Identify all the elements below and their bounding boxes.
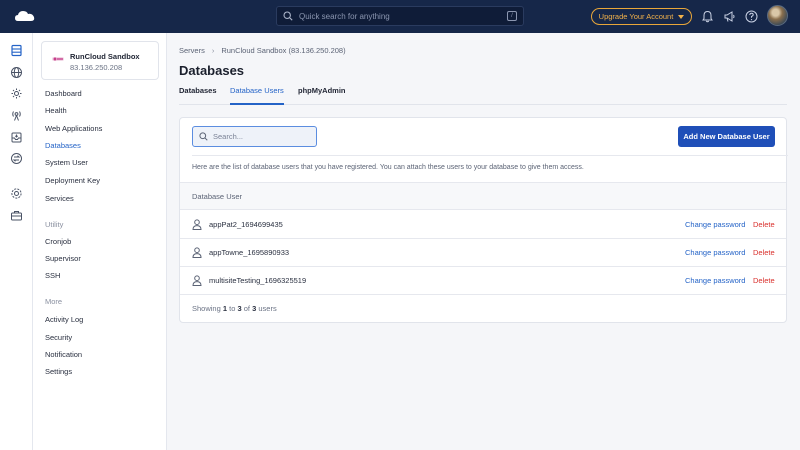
database-user-name: appTowne_1695890933	[209, 248, 290, 257]
page-title: Databases	[179, 63, 245, 78]
change-password-link[interactable]: Change password	[685, 248, 745, 257]
sidebar-item-ssh[interactable]: SSH	[45, 271, 60, 280]
breadcrumb: Servers › RunCloud Sandbox (83.136.250.2…	[179, 46, 346, 55]
pagination-total: 3	[252, 304, 257, 313]
table-header: Database User	[180, 182, 786, 210]
sidebar-item-activity-log[interactable]: Activity Log	[45, 315, 83, 324]
table-row: multisiteTesting_1696325519 Change passw…	[180, 267, 786, 295]
sidebar-item-settings[interactable]: Settings	[45, 367, 72, 376]
breadcrumb-current: RunCloud Sandbox (83.136.250.208)	[221, 46, 346, 55]
table-row: appPat2_1694699435 Change password Delet…	[180, 211, 786, 239]
change-password-link[interactable]: Change password	[685, 276, 745, 285]
top-bar: / Upgrade Your Account	[0, 0, 800, 33]
sidebar-item-notification[interactable]: Notification	[45, 350, 82, 359]
pagination-of-word: of	[243, 304, 251, 313]
sidebar-section-more: More	[45, 297, 63, 306]
transfer-icon[interactable]	[10, 152, 23, 165]
sidebar-item-deployment-key[interactable]: Deployment Key	[45, 176, 100, 185]
database-users-card: Add New Database User Here are the list …	[179, 117, 788, 323]
server-name: RunCloud Sandbox	[70, 52, 140, 61]
icon-rail	[0, 33, 33, 450]
user-icon	[192, 275, 202, 286]
pagination-prefix: Showing	[192, 304, 221, 313]
archive-icon[interactable]	[10, 131, 23, 144]
change-password-link[interactable]: Change password	[685, 220, 745, 229]
tab-phpmyadmin[interactable]: phpMyAdmin	[298, 86, 346, 105]
delete-user-link[interactable]: Delete	[753, 220, 775, 229]
sidebar-item-web-applications[interactable]: Web Applications	[45, 124, 102, 133]
pagination-to: 3	[237, 304, 242, 313]
tab-bar: Databases Database Users phpMyAdmin	[179, 85, 787, 105]
help-icon[interactable]	[745, 10, 758, 23]
column-header-database-user: Database User	[192, 192, 243, 201]
tab-database-users[interactable]: Database Users	[230, 86, 284, 105]
user-search-input[interactable]	[213, 132, 313, 141]
table-row: appTowne_1695890933 Change password Dele…	[180, 239, 786, 267]
sidebar-item-services[interactable]: Services	[45, 194, 74, 203]
bell-icon[interactable]	[701, 10, 714, 23]
tab-databases[interactable]: Databases	[179, 86, 217, 105]
database-user-name: appPat2_1694699435	[209, 220, 283, 229]
megaphone-icon[interactable]	[723, 10, 736, 23]
user-search[interactable]	[192, 126, 317, 147]
pagination-suffix: users	[258, 304, 277, 313]
delete-user-link[interactable]: Delete	[753, 248, 775, 257]
sidebar-section-utility: Utility	[45, 220, 64, 229]
broadcast-icon[interactable]	[10, 109, 23, 122]
database-user-name: multisiteTesting_1696325519	[209, 276, 307, 285]
chevron-down-icon	[678, 14, 685, 19]
global-search[interactable]: /	[276, 6, 524, 26]
runcloud-logo-icon[interactable]	[14, 10, 36, 23]
breadcrumb-servers-link[interactable]: Servers	[179, 46, 205, 55]
server-ip: 83.136.250.208	[70, 63, 123, 72]
settings-gear-icon[interactable]	[10, 187, 23, 200]
divider	[192, 155, 788, 156]
main-content: Servers › RunCloud Sandbox (83.136.250.2…	[167, 33, 800, 450]
sidebar-item-security[interactable]: Security	[45, 333, 72, 342]
global-search-input[interactable]	[299, 11, 499, 21]
search-icon	[283, 11, 293, 21]
description-text: Here are the list of database users that…	[192, 164, 584, 171]
globe-icon[interactable]	[10, 66, 23, 79]
user-avatar[interactable]	[767, 5, 788, 26]
server-sidebar: RunCloud Sandbox 83.136.250.208 Dashboar…	[33, 33, 167, 450]
pagination-from: 1	[222, 304, 228, 313]
sidebar-item-system-user[interactable]: System User	[45, 158, 88, 167]
server-logo-icon	[52, 57, 64, 61]
search-icon	[199, 132, 208, 141]
user-icon	[192, 219, 202, 230]
sidebar-item-databases[interactable]: Databases	[45, 141, 81, 150]
user-icon	[192, 247, 202, 258]
pagination-to-word: to	[229, 304, 236, 313]
sidebar-item-dashboard[interactable]: Dashboard	[45, 89, 82, 98]
breadcrumb-separator: ›	[211, 46, 215, 55]
add-database-user-button[interactable]: Add New Database User	[678, 126, 775, 147]
cog-icon[interactable]	[10, 87, 23, 100]
server-card[interactable]: RunCloud Sandbox 83.136.250.208	[41, 41, 159, 80]
search-shortcut-badge: /	[507, 11, 517, 21]
server-stack-icon[interactable]	[10, 44, 23, 57]
briefcase-icon[interactable]	[10, 209, 23, 222]
sidebar-item-cronjob[interactable]: Cronjob	[45, 237, 71, 246]
delete-user-link[interactable]: Delete	[753, 276, 775, 285]
sidebar-item-health[interactable]: Health	[45, 106, 67, 115]
upgrade-account-label: Upgrade Your Account	[598, 12, 674, 21]
sidebar-item-supervisor[interactable]: Supervisor	[45, 254, 81, 263]
upgrade-account-button[interactable]: Upgrade Your Account	[591, 8, 692, 25]
pagination-summary: Showing 1 to 3 of 3 users	[192, 304, 277, 313]
